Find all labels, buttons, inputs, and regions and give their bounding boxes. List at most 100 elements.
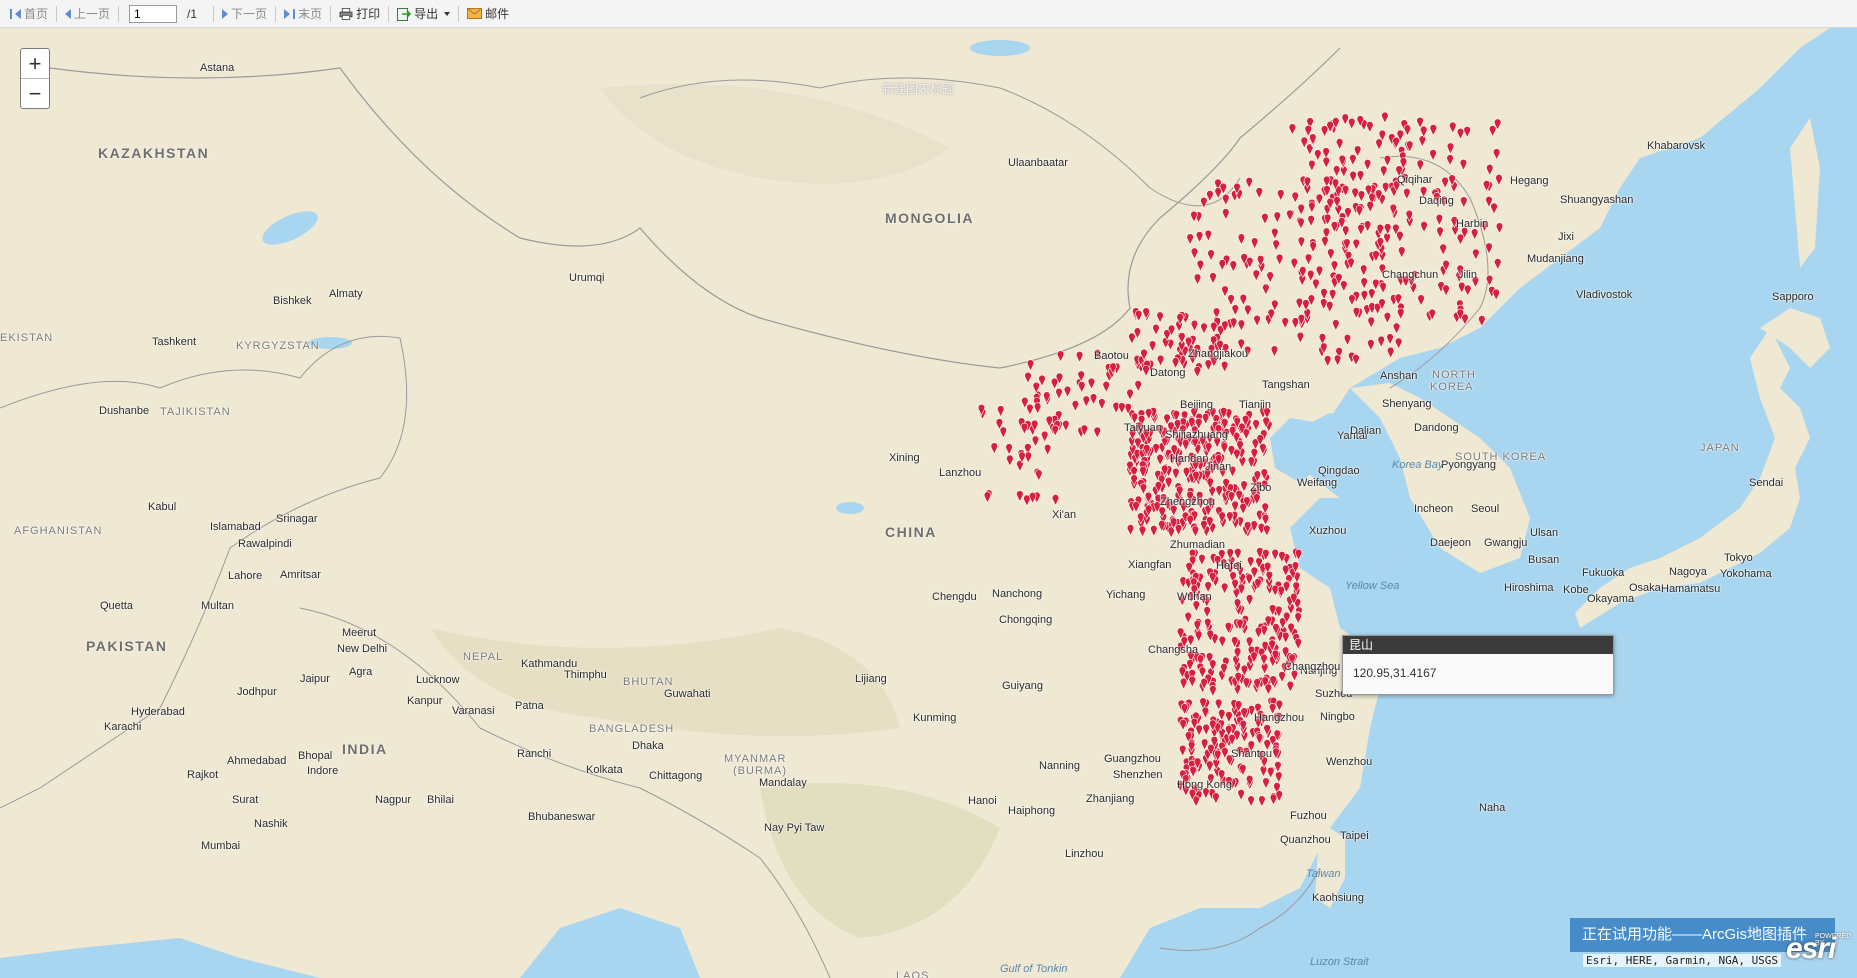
city-label: Ranchi — [517, 748, 552, 760]
city-label: Wuhan — [1177, 591, 1212, 603]
location-popup[interactable]: 昆山 120.95,31.4167 — [1342, 635, 1614, 695]
city-label: Hong Kong — [1177, 779, 1233, 791]
city-label: Agra — [349, 666, 373, 678]
export-button[interactable]: 导出 — [391, 3, 456, 25]
city-label: Qiqihar — [1397, 174, 1433, 186]
city-label: Dushanbe — [99, 405, 150, 417]
water-label: Gulf of Tonkin — [1000, 963, 1068, 975]
export-icon — [397, 7, 412, 21]
city-label: Almaty — [329, 288, 363, 300]
city-label: Varanasi — [452, 705, 495, 717]
city-label: Tashkent — [152, 336, 197, 348]
city-label: Lanzhou — [939, 467, 982, 479]
last-page-icon — [293, 8, 296, 19]
zoom-in-button[interactable]: + — [21, 49, 49, 78]
mail-label: 邮件 — [485, 7, 510, 21]
water-label: Taiwan — [1306, 868, 1341, 880]
country-label: CHINA — [885, 524, 937, 540]
city-label: Naha — [1479, 802, 1506, 814]
city-label: Taiyuan — [1124, 422, 1162, 434]
city-label: Bishkek — [273, 295, 312, 307]
city-label: Jixi — [1558, 231, 1574, 243]
city-label: Zhangjiakou — [1188, 348, 1248, 360]
mail-button[interactable]: 邮件 — [461, 3, 515, 25]
prev-page-button[interactable]: 上一页 — [59, 3, 116, 25]
city-label: Multan — [201, 600, 235, 612]
city-label: Changchun — [1382, 269, 1439, 281]
print-button[interactable]: 打印 — [333, 3, 386, 25]
city-label: Nanning — [1039, 760, 1080, 772]
city-label: Mandalay — [759, 777, 807, 789]
city-label: Jilin — [1458, 269, 1477, 281]
city-label: Nagpur — [375, 794, 412, 806]
city-label: Zhanjiang — [1086, 793, 1135, 805]
mail-icon — [467, 8, 483, 19]
city-label: Ulaanbaatar — [1008, 157, 1068, 169]
separator — [458, 5, 460, 22]
page-number-input[interactable] — [129, 4, 178, 23]
city-label: Kunming — [913, 712, 957, 724]
city-label: Wenzhou — [1326, 756, 1373, 768]
city-label: Lahore — [228, 570, 263, 582]
last-page-label: 末页 — [298, 7, 323, 21]
city-label: Nay Pyi Taw — [764, 822, 825, 834]
city-label: Ulsan — [1530, 527, 1559, 539]
city-label: Linzhou — [1065, 848, 1104, 860]
country-label: KOREA — [1430, 381, 1474, 393]
city-label: Seoul — [1471, 503, 1500, 515]
prev-page-icon — [65, 8, 72, 19]
city-label: Zhengzhou — [1160, 496, 1216, 508]
city-label: Jinan — [1205, 461, 1232, 473]
map-attribution: Esri, HERE, Garmin, NGA, USGS — [1583, 954, 1782, 967]
city-label: Datong — [1150, 367, 1186, 379]
city-label: Indore — [307, 765, 339, 777]
country-label: INDIA — [342, 741, 388, 757]
country-label: (BURMA) — [733, 765, 788, 777]
city-label: Ahmedabad — [227, 755, 287, 767]
city-label: Fuzhou — [1290, 810, 1327, 822]
water-label: Yellow Sea — [1345, 580, 1400, 592]
city-label: Busan — [1528, 554, 1560, 566]
city-label: Hyderabad — [131, 706, 185, 718]
export-label: 导出 — [414, 7, 439, 21]
city-label: Changzhou — [1284, 661, 1341, 673]
city-label: Shantou — [1231, 748, 1272, 760]
page-total: /1 — [187, 6, 198, 21]
country-label: BHUTAN — [623, 676, 674, 688]
city-label: Xuzhou — [1309, 525, 1347, 537]
city-label: Bhopal — [298, 750, 333, 762]
city-label: Quanzhou — [1280, 834, 1331, 846]
city-label: Handan — [1170, 453, 1209, 465]
popup-coordinates: 120.95,31.4167 — [1353, 666, 1437, 680]
city-label: Kanpur — [407, 695, 443, 707]
next-page-icon — [222, 8, 229, 19]
city-label: Karachi — [104, 721, 142, 733]
country-label: JAPAN — [1700, 442, 1740, 454]
city-label: New Delhi — [337, 643, 388, 655]
city-label: Yokohama — [1720, 568, 1772, 580]
country-label: KAZAKHSTAN — [98, 145, 210, 161]
zoom-out-button[interactable]: − — [21, 78, 49, 108]
next-page-label: 下一页 — [231, 7, 268, 21]
city-label: Incheon — [1414, 503, 1454, 515]
country-label: NORTH — [1432, 369, 1476, 381]
city-label: Hegang — [1510, 175, 1549, 187]
map-view[interactable]: 新建图表标题 KAZAKHSTAN MONGOLIA KYRGYZSTAN TA… — [0, 28, 1857, 978]
next-page-button[interactable]: 下一页 — [216, 3, 273, 25]
city-label: Lucknow — [416, 674, 460, 686]
city-label: Xi'an — [1052, 509, 1077, 521]
first-page-icon — [10, 8, 12, 19]
country-label: NEPAL — [463, 651, 504, 663]
city-label: Fukuoka — [1582, 567, 1625, 579]
city-label: Daqing — [1419, 195, 1454, 207]
first-page-button[interactable]: 首页 — [4, 3, 54, 25]
country-label: TAJIKISTAN — [160, 406, 231, 418]
city-label: Beijing — [1180, 399, 1214, 411]
city-label: Nanchong — [992, 588, 1043, 600]
city-label: Weifang — [1297, 477, 1338, 489]
last-page-button[interactable]: 末页 — [278, 3, 328, 25]
first-page-label: 首页 — [24, 7, 49, 21]
city-label: Patna — [515, 700, 544, 712]
city-label: Kobe — [1563, 584, 1589, 596]
separator — [56, 5, 58, 22]
